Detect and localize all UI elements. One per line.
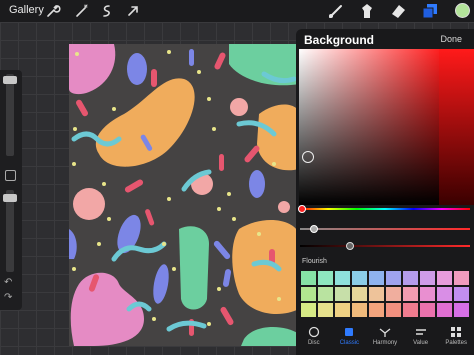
palette-swatch[interactable] — [368, 302, 385, 318]
opacity-thumb[interactable] — [3, 194, 17, 202]
palette-swatch[interactable] — [419, 270, 436, 286]
eyedropper-square-button[interactable] — [5, 170, 16, 181]
palette-swatch[interactable] — [351, 270, 368, 286]
brightness-slider-thumb[interactable] — [346, 242, 354, 250]
palettes-icon — [451, 327, 462, 337]
palette-swatch[interactable] — [351, 286, 368, 302]
hue-slider[interactable] — [300, 208, 470, 210]
saturation-brightness-picker[interactable] — [299, 49, 439, 205]
hue-slider-thumb[interactable] — [298, 205, 306, 213]
palette-swatch[interactable] — [436, 286, 453, 302]
disc-icon — [308, 326, 319, 338]
brush-icon[interactable] — [327, 2, 345, 20]
tab-harmony[interactable]: Harmony — [367, 323, 403, 351]
color-picker-cursor[interactable] — [302, 151, 314, 163]
palette-swatch[interactable] — [385, 302, 402, 318]
value-icon — [415, 329, 426, 335]
brush-size-slider[interactable] — [6, 74, 14, 156]
palette-swatch[interactable] — [300, 302, 317, 318]
tab-label: Value — [413, 340, 429, 346]
color-mode-tabs: Disc Classic Harmony Value Palettes — [296, 323, 474, 351]
saturation-slider[interactable] — [300, 228, 470, 230]
undo-icon[interactable]: ↶ — [4, 277, 12, 288]
palette-swatch[interactable] — [436, 270, 453, 286]
palette-swatch[interactable] — [334, 270, 351, 286]
top-toolbar: Gallery — [0, 0, 474, 22]
magic-wand-icon[interactable] — [74, 3, 90, 19]
left-sidebar: ↶ ↷ — [0, 70, 22, 310]
tab-classic[interactable]: Classic — [332, 323, 368, 351]
palette-swatch[interactable] — [385, 270, 402, 286]
layers-icon[interactable] — [421, 2, 439, 20]
tab-label: Classic — [339, 340, 360, 346]
smudge-icon[interactable] — [358, 2, 376, 20]
palette-swatch[interactable] — [453, 270, 470, 286]
tab-disc[interactable]: Disc — [296, 323, 332, 351]
palette-swatch[interactable] — [300, 286, 317, 302]
wrench-icon[interactable] — [45, 3, 61, 19]
palette-grid — [300, 270, 470, 318]
palette-swatch[interactable] — [453, 286, 470, 302]
eraser-icon[interactable] — [389, 2, 407, 20]
redo-icon[interactable]: ↷ — [4, 292, 12, 303]
tab-label: Harmony — [372, 340, 398, 346]
transform-arrow-icon[interactable] — [125, 3, 141, 19]
palette-swatch[interactable] — [317, 270, 334, 286]
brightness-strip[interactable] — [439, 49, 474, 205]
palette-swatch[interactable] — [317, 286, 334, 302]
harmony-icon — [379, 328, 391, 337]
palette-swatch[interactable] — [436, 302, 453, 318]
gallery-button[interactable]: Gallery — [9, 4, 44, 16]
done-button[interactable]: Done — [440, 34, 462, 44]
tab-value[interactable]: Value — [403, 323, 439, 351]
palette-swatch[interactable] — [351, 302, 368, 318]
artwork-canvas[interactable] — [69, 44, 299, 346]
palette-swatch[interactable] — [334, 302, 351, 318]
palette-swatch[interactable] — [419, 286, 436, 302]
palette-swatch[interactable] — [453, 302, 470, 318]
palette-name: Flourish — [302, 258, 327, 265]
tab-label: Palettes — [445, 340, 468, 346]
palette-swatch[interactable] — [300, 270, 317, 286]
palette-swatch[interactable] — [317, 302, 334, 318]
palette-swatch[interactable] — [368, 286, 385, 302]
tab-label: Disc — [307, 340, 320, 346]
brightness-slider[interactable] — [300, 245, 470, 247]
brush-size-thumb[interactable] — [3, 76, 17, 84]
palette-swatch[interactable] — [402, 302, 419, 318]
palette-swatch[interactable] — [402, 270, 419, 286]
saturation-slider-thumb[interactable] — [310, 225, 318, 233]
palette-swatch[interactable] — [334, 286, 351, 302]
opacity-slider[interactable] — [6, 190, 14, 272]
selection-icon[interactable] — [99, 3, 115, 19]
panel-title: Background — [304, 33, 375, 47]
classic-icon — [345, 328, 354, 336]
tab-palettes[interactable]: Palettes — [438, 323, 474, 351]
palette-swatch[interactable] — [419, 302, 436, 318]
palette-swatch[interactable] — [368, 270, 385, 286]
color-panel: Background Done Flourish Disc Classic Ha… — [296, 29, 474, 355]
palette-swatch[interactable] — [385, 286, 402, 302]
color-swatch-button[interactable] — [455, 3, 470, 18]
palette-swatch[interactable] — [402, 286, 419, 302]
